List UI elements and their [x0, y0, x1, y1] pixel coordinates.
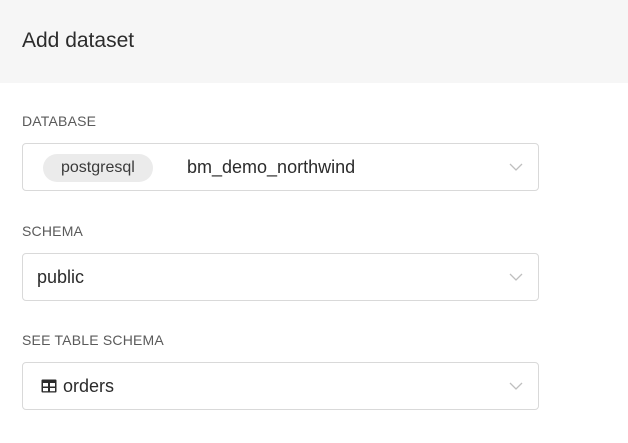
- schema-value: public: [37, 267, 85, 287]
- table-select[interactable]: orders: [22, 362, 539, 410]
- chevron-down-icon: [509, 382, 523, 390]
- schema-select[interactable]: public: [22, 253, 539, 301]
- database-engine-badge: postgresql: [43, 154, 153, 182]
- database-select[interactable]: postgresql bm_demo_northwind: [22, 143, 539, 191]
- chevron-down-icon: [509, 273, 523, 281]
- dialog-header: Add dataset: [0, 0, 628, 83]
- table-value: orders: [63, 376, 115, 396]
- page-title: Add dataset: [22, 29, 135, 52]
- chevron-down-icon: [509, 163, 523, 171]
- database-value: bm_demo_northwind: [187, 157, 356, 177]
- schema-label: SCHEMA: [22, 223, 84, 239]
- database-label: DATABASE: [22, 113, 97, 129]
- table-schema-label: SEE TABLE SCHEMA: [22, 332, 164, 348]
- table-icon: [41, 379, 57, 393]
